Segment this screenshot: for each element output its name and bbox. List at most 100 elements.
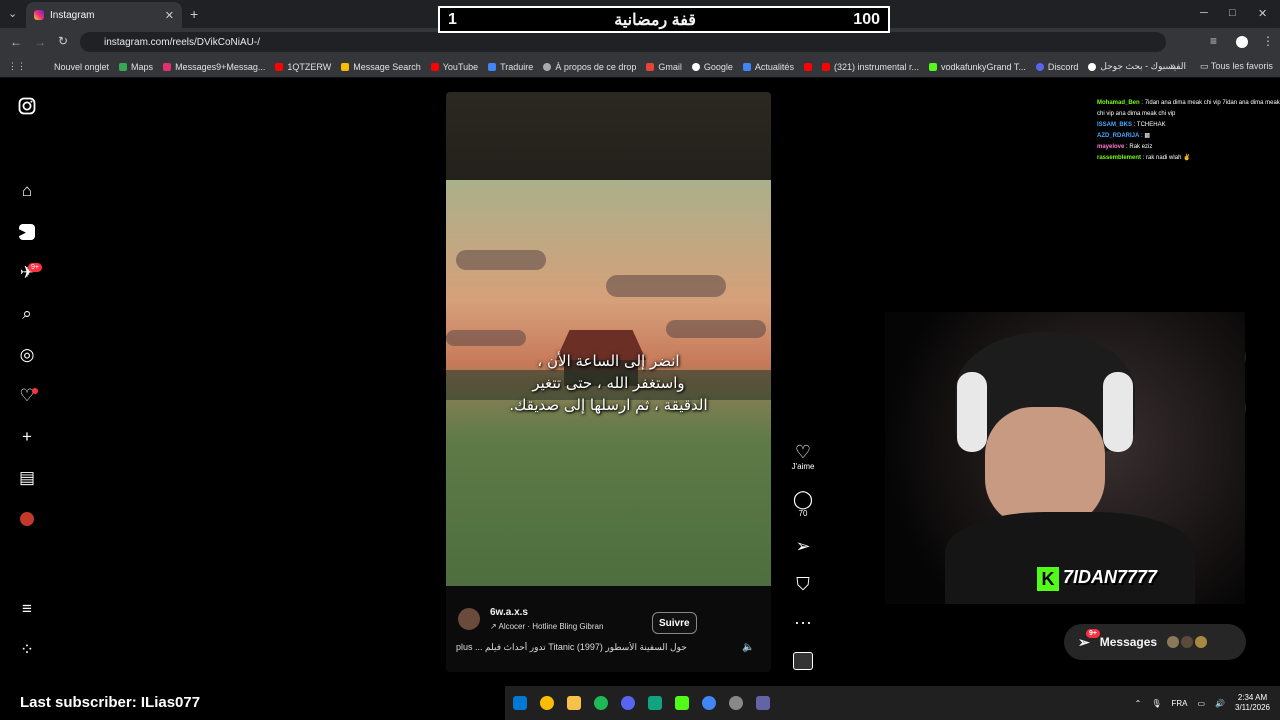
new-tab-button[interactable]: +	[190, 6, 198, 22]
url-text: instagram.com/reels/DVikCoNiAU-/	[104, 36, 260, 48]
volume-icon[interactable]: 🔈	[742, 642, 754, 653]
bookmark-item[interactable]: Discord	[1035, 62, 1078, 72]
maximize-button[interactable]: □	[1229, 7, 1236, 19]
bookmark-item[interactable]: À propos de ce drop	[543, 62, 636, 72]
face	[985, 407, 1105, 527]
app-icon[interactable]	[648, 696, 662, 710]
explore-icon[interactable]: ◎	[17, 345, 37, 365]
speaker-icon[interactable]: 🔊	[1215, 699, 1225, 708]
instagram-logo-icon[interactable]	[17, 96, 37, 116]
forward-icon[interactable]: →	[34, 35, 46, 49]
time: 2:34 AM	[1237, 693, 1268, 702]
browser-tab[interactable]: Instagram ✕	[26, 2, 182, 28]
discord-icon[interactable]	[621, 696, 635, 710]
profile-avatar[interactable]	[17, 509, 37, 529]
search-icon[interactable]: ⌕	[17, 304, 37, 324]
caption-line: واستغفر الله ، حتى تتغير	[532, 374, 685, 392]
reel-video[interactable]: انضر إلى الساعة الأن ، واستغفر الله ، حت…	[446, 92, 771, 672]
file-explorer-icon[interactable]	[567, 696, 581, 710]
stream-goal-bar: 1 قفة رمضانية 100	[438, 6, 890, 33]
tab-close-icon[interactable]: ✕	[165, 9, 174, 22]
app-icon[interactable]	[756, 696, 770, 710]
kick-icon[interactable]	[675, 696, 689, 710]
chat-user: ISSAM_BKS	[1097, 122, 1133, 128]
chat-text: Rak eziz	[1129, 144, 1153, 150]
all-bookmarks-folder[interactable]: ▭ Tous les favoris	[1200, 61, 1273, 72]
reel-top-bar	[446, 92, 771, 180]
chat-text: TCHEHAK	[1136, 122, 1166, 128]
network-icon[interactable]: ▭	[1197, 699, 1205, 708]
create-plus-icon[interactable]: +	[17, 427, 37, 447]
reload-icon[interactable]: ↻	[58, 34, 68, 48]
globe-icon	[543, 62, 552, 71]
follow-button[interactable]: Suivre	[652, 612, 697, 634]
more-options-icon[interactable]: ⋮	[1262, 34, 1274, 48]
comment-count: 70	[798, 509, 808, 518]
comment-button[interactable]: ◯ 70	[787, 489, 819, 518]
audio-thumbnail[interactable]	[787, 652, 819, 672]
music-info[interactable]: ↗ Alcocer · Hotline Bling Gibran	[490, 622, 603, 631]
bookmark-item[interactable]: Message Search	[341, 62, 421, 72]
language-indicator[interactable]: FRA	[1171, 699, 1187, 708]
tab-title: Instagram	[50, 9, 95, 21]
instagram-favicon-icon	[34, 10, 44, 20]
apps-icon[interactable]: ⋮⋮	[8, 61, 26, 72]
spotify-icon[interactable]	[594, 696, 608, 710]
reels-icon[interactable]: ▶	[17, 222, 37, 242]
youtube-icon	[821, 62, 830, 71]
author-avatar[interactable]	[458, 608, 480, 630]
heart-icon: ♡	[794, 442, 812, 462]
chat-message: mayelove : Rak eziz	[1097, 144, 1153, 150]
menu-icon[interactable]: ≡	[1210, 34, 1217, 48]
google-icon	[1088, 62, 1097, 71]
author-username[interactable]: 6w.a.x.s	[490, 607, 528, 618]
start-icon[interactable]	[513, 696, 527, 710]
like-button[interactable]: ♡ J'aime	[787, 442, 819, 471]
reel-info: 6w.a.x.s ↗ Alcocer · Hotline Bling Gibra…	[446, 586, 771, 672]
save-button[interactable]: ⛉	[787, 574, 819, 594]
profile-icon[interactable]	[1236, 36, 1248, 48]
notification-badge: 9+	[28, 263, 42, 272]
caption-line: انضر إلى الساعة الأن ،	[537, 352, 680, 370]
more-button[interactable]: ···	[787, 612, 819, 632]
bookmarks-overflow-icon[interactable]: »	[1170, 61, 1176, 72]
tray-chevron-icon[interactable]: ⌃	[1135, 699, 1142, 708]
bookmark-item[interactable]: Nouvel onglet	[54, 62, 109, 72]
messages-button[interactable]: ➢ 9+ Messages	[1064, 624, 1246, 660]
dashboard-icon[interactable]: ▤	[17, 468, 37, 488]
also-from-meta-icon[interactable]: ⁘	[17, 640, 37, 660]
ellipsis-icon: ···	[794, 612, 812, 632]
bookmark-item[interactable]	[803, 62, 812, 71]
more-menu-icon[interactable]: ≡	[17, 599, 37, 619]
bookmark-item[interactable]: vodkafunkyGrand T...	[929, 62, 1026, 72]
bookmark-icon: ⛉	[796, 574, 810, 594]
home-icon[interactable]: ⌂	[17, 181, 37, 201]
clock[interactable]: 2:34 AM 3/11/2026	[1235, 693, 1270, 713]
tab-search-icon[interactable]: ⌄	[8, 7, 17, 20]
settings-icon[interactable]	[729, 696, 743, 710]
minimize-button[interactable]: ─	[1200, 7, 1208, 19]
system-tray: ⌃ 🎙 FRA ▭ 🔊 2:34 AM 3/11/2026	[1100, 686, 1280, 720]
bookmarks-bar: ⋮⋮ Nouvel onglet Maps Messages9+Messag..…	[0, 56, 1280, 78]
bookmark-item[interactable]: Maps	[119, 62, 153, 72]
microphone-icon[interactable]: 🎙	[1151, 699, 1161, 708]
send-icon: ➢	[795, 536, 811, 556]
bookmark-item[interactable]: Gmail	[646, 62, 682, 72]
reel-description[interactable]: plus ... تدور أحداث فيلم Titanic (1997) …	[456, 642, 718, 653]
reel-caption: انضر إلى الساعة الأن ، واستغفر الله ، حت…	[446, 350, 771, 416]
chrome-icon[interactable]	[540, 696, 554, 710]
bookmark-item[interactable]: Traduire	[488, 62, 533, 72]
bookmark-item[interactable]: (321) instrumental r...	[821, 62, 919, 72]
bookmark-item[interactable]: 1QTZERW	[275, 62, 331, 72]
goal-current: 1	[448, 10, 457, 28]
back-icon[interactable]: ←	[10, 35, 22, 49]
bookmark-item[interactable]: YouTube	[430, 62, 478, 72]
bookmark-item[interactable]: Actualités	[742, 62, 794, 72]
bookmark-item[interactable]: Google	[691, 62, 733, 72]
share-button[interactable]: ➢	[787, 536, 819, 556]
bookmark-item[interactable]: Messages9+Messag...	[163, 62, 265, 72]
address-bar[interactable]: instagram.com/reels/DVikCoNiAU-/	[80, 32, 1166, 52]
youtube-icon	[803, 62, 812, 71]
chrome-active-icon[interactable]	[702, 696, 716, 710]
close-window-button[interactable]: ✕	[1258, 7, 1267, 20]
